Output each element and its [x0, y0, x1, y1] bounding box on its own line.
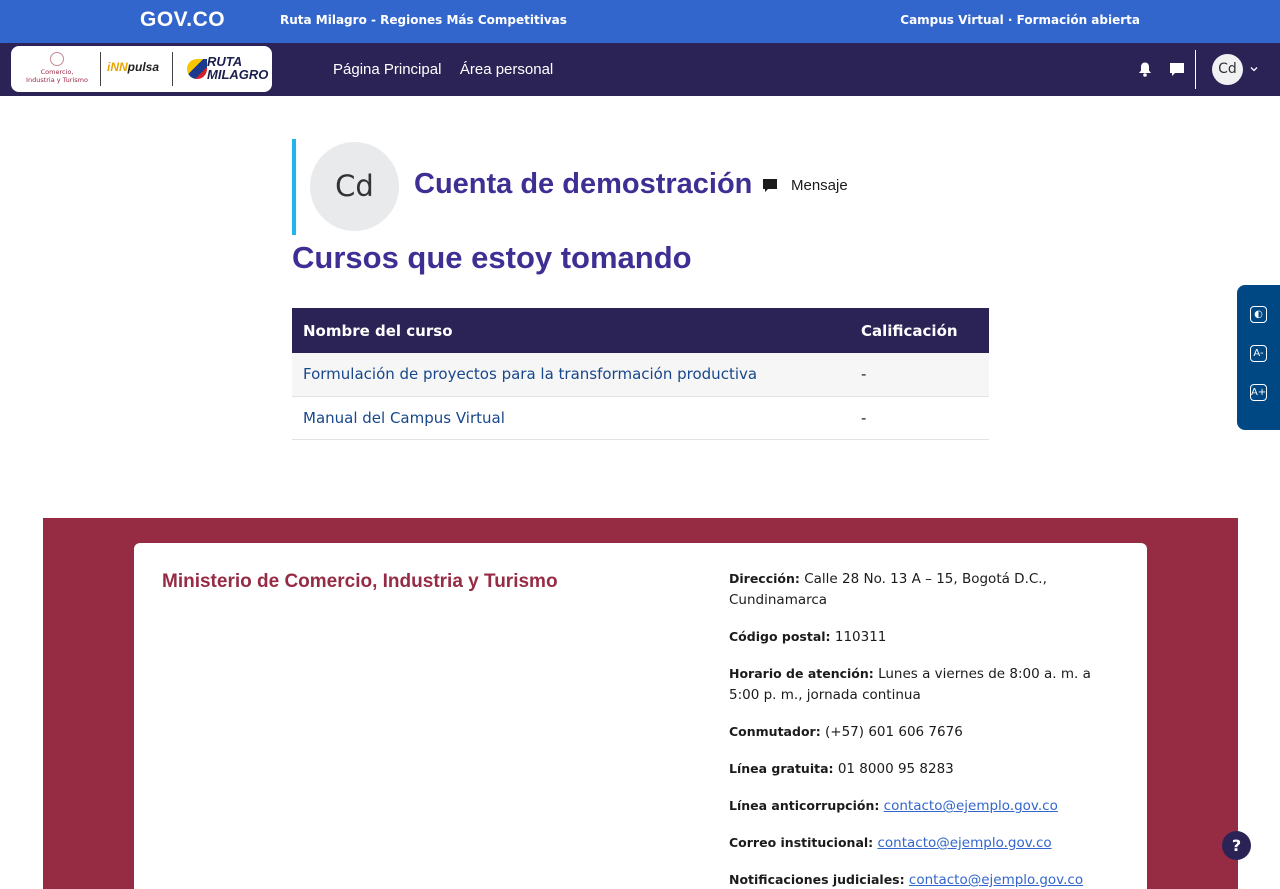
- campus-label: Campus Virtual · Formación abierta: [900, 13, 1140, 27]
- footer-info-judicial: Notificaciones judiciales: contacto@ejem…: [729, 872, 1084, 888]
- user-avatar[interactable]: Cd: [1212, 54, 1243, 85]
- nav-links: Página Principal Área personal: [333, 61, 567, 78]
- bell-icon[interactable]: [1138, 62, 1152, 77]
- seal-icon: [50, 52, 64, 66]
- nav-link-home[interactable]: Página Principal: [333, 61, 441, 78]
- nav-user-tools: Cd: [1130, 43, 1280, 96]
- footer-org-title: Ministerio de Comercio, Industria y Turi…: [162, 571, 558, 592]
- footer-info-hours: Horario de atención: Lunes a viernes de …: [729, 666, 1091, 703]
- footer-info-address: Dirección: Calle 28 No. 13 A – 15, Bogot…: [729, 571, 1047, 608]
- course-grade: -: [850, 353, 989, 397]
- font-increase-icon[interactable]: A+: [1250, 384, 1267, 401]
- footer-info-anticorruption: Línea anticorrupción: contacto@ejemplo.g…: [729, 798, 1058, 814]
- footer-contact-info: Dirección: Calle 28 No. 13 A – 15, Bogot…: [729, 568, 1124, 889]
- message-icon[interactable]: [762, 178, 778, 193]
- table-row: Formulación de proyectos para la transfo…: [292, 353, 989, 397]
- chevron-down-icon[interactable]: [1250, 65, 1258, 73]
- anticorruption-email-link[interactable]: contacto@ejemplo.gov.co: [884, 798, 1058, 814]
- help-button[interactable]: ?: [1222, 831, 1251, 860]
- chat-icon[interactable]: [1169, 62, 1185, 77]
- footer-info-switchboard: Conmutador: (+57) 601 606 7676: [729, 724, 963, 740]
- course-link[interactable]: Manual del Campus Virtual: [303, 409, 505, 427]
- courses-title: Cursos que estoy tomando: [292, 240, 692, 275]
- footer-info-postal: Código postal: 110311: [729, 629, 887, 645]
- course-grade: -: [850, 396, 989, 440]
- site-name-link[interactable]: Ruta Milagro - Regiones Más Competitivas: [280, 13, 567, 27]
- profile-accent-bar: [292, 139, 296, 235]
- footer: Ministerio de Comercio, Industria y Turi…: [43, 518, 1238, 889]
- accessibility-panel: ◐ A- A+: [1237, 285, 1280, 430]
- innpulsa-logo: iNNpulsa: [107, 60, 160, 74]
- flag-icon: [187, 59, 207, 79]
- brand-divider: [172, 52, 173, 86]
- font-decrease-icon[interactable]: A-: [1250, 345, 1267, 362]
- brand-divider: [100, 52, 101, 86]
- table-header-row: Nombre del curso Calificación: [292, 308, 989, 353]
- column-header-course: Nombre del curso: [292, 308, 850, 353]
- gov-top-bar: GOV.CO Ruta Milagro - Regiones Más Compe…: [0, 0, 1280, 43]
- judicial-email-link[interactable]: contacto@ejemplo.gov.co: [909, 872, 1083, 888]
- ruta-milagro-logo: RUTA MILAGRO: [187, 55, 275, 83]
- brand-logos[interactable]: Comercio, Industria y Turismo iNNpulsa R…: [11, 46, 272, 92]
- message-button[interactable]: Mensaje: [791, 177, 848, 194]
- footer-card: Ministerio de Comercio, Industria y Turi…: [134, 543, 1147, 889]
- footer-info-email: Correo institucional: contacto@ejemplo.g…: [729, 835, 1052, 851]
- column-header-grade: Calificación: [850, 308, 989, 353]
- profile-avatar: Cd: [310, 142, 399, 231]
- main-navbar: Comercio, Industria y Turismo iNNpulsa R…: [0, 43, 1280, 96]
- nav-link-personal-area[interactable]: Área personal: [460, 61, 553, 78]
- nav-divider: [1195, 50, 1196, 89]
- footer-info-tollfree: Línea gratuita: 01 8000 95 8283: [729, 761, 954, 777]
- course-link[interactable]: Formulación de proyectos para la transfo…: [303, 365, 757, 383]
- contrast-icon[interactable]: ◐: [1250, 306, 1267, 323]
- profile-name: Cuenta de demostración: [414, 168, 753, 200]
- table-row: Manual del Campus Virtual -: [292, 396, 989, 440]
- institutional-email-link[interactable]: contacto@ejemplo.gov.co: [877, 835, 1051, 851]
- courses-table: Nombre del curso Calificación Formulació…: [292, 308, 989, 440]
- govco-logo[interactable]: GOV.CO: [140, 8, 225, 32]
- mincit-logo: Comercio, Industria y Turismo: [19, 52, 95, 86]
